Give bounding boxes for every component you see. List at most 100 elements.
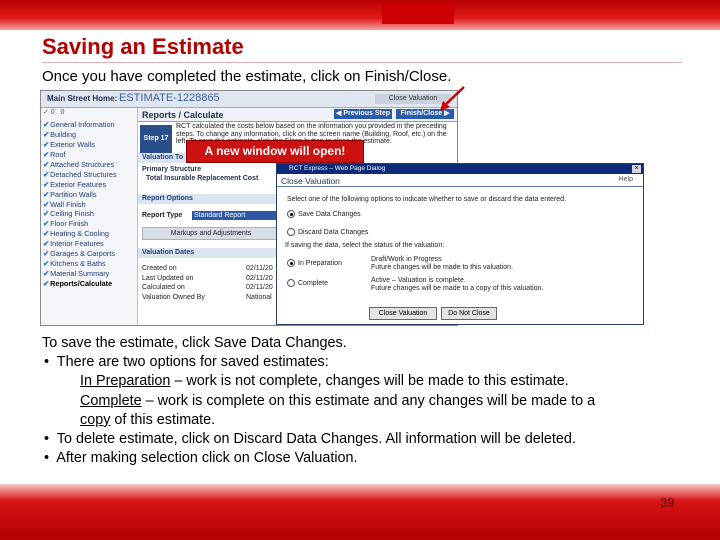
check-icon: ✔ [43, 149, 50, 159]
check-icon: ✔ [43, 199, 50, 209]
sidebar-item-label: Heating & Cooling [50, 229, 109, 239]
sidebar-item[interactable]: ✔Exterior Walls [41, 140, 137, 150]
complete-term: Complete [80, 392, 142, 409]
sidebar-item-label: Reports/Calculate [50, 279, 113, 288]
sidebar-list: ✔General Information ✔Building ✔Exterior W… [41, 120, 137, 289]
date-row-value: 02/11/20 [246, 274, 273, 282]
sidebar-item[interactable]: ✔Ceiling Finish [41, 209, 137, 219]
sidebar-item[interactable]: ✔Reports/Calculate [41, 279, 137, 289]
dialog-titlebar: RCT Express – Web Page Dialog × [277, 164, 643, 174]
slide-title: Saving an Estimate [42, 34, 244, 59]
sidebar-item[interactable]: ✔Wall Finish [41, 200, 137, 210]
date-row-label: Created on [142, 265, 177, 272]
dialog-heading: Close Valuation [281, 176, 340, 186]
date-row-label: Calculated on [142, 284, 185, 291]
sidebar-item-label: Exterior Walls [50, 139, 95, 149]
complete-desc-1: Active – Valuation is complete. [371, 277, 466, 284]
sidebar-item[interactable]: ✔Detached Structures [41, 170, 137, 180]
sidebar-item[interactable]: ✔Interior Features [41, 239, 137, 249]
page-number: 39 [660, 495, 675, 510]
sidebar-item-label: Exterior Features [50, 179, 107, 189]
sidebar-item-label: Detached Structures [50, 169, 117, 179]
in-preparation-term: In Preparation [80, 373, 171, 390]
sidebar-item[interactable]: ✔Garages & Carports [41, 249, 137, 259]
date-row-label: Last Updated on [142, 274, 194, 282]
total-irc-label: Total Insurable Replacement Cost [146, 175, 259, 182]
sidebar-item[interactable]: ✔Attached Structures [41, 160, 137, 170]
check-icon: ✔ [43, 120, 50, 129]
copy-term: copy [80, 411, 111, 428]
section-title: Reports / Calculate [142, 110, 224, 120]
sidebar-item[interactable]: ✔Heating & Cooling [41, 229, 137, 239]
sidebar-item-label: Partition Walls [50, 189, 97, 199]
sidebar-item[interactable]: ✔Kitchens & Baths [41, 259, 137, 269]
app-header: Main Street Home: ESTIMATE-1228865 Close… [41, 91, 457, 108]
in-preparation-label: In Preparation [298, 259, 342, 267]
radio-icon[interactable] [287, 279, 295, 287]
primary-structure-label: Primary Structure [142, 166, 202, 173]
check-icon: ✔ [43, 179, 50, 189]
new-window-callout: A new window will open! [186, 140, 364, 163]
sidebar-toolbar: ✓ 0 0 [41, 108, 137, 120]
close-icon[interactable]: × [632, 165, 641, 173]
complete-line: Complete – work is complete on this esti… [42, 392, 595, 411]
dialog-window-title: RCT Express – Web Page Dialog [289, 165, 386, 172]
dialog-instruction: Select one of the following options to i… [287, 196, 567, 203]
sidebar-item-label: Kitchens & Baths [50, 259, 106, 269]
complete-desc-2: Future changes will be made to a copy of… [371, 285, 544, 292]
check-icon: ✔ [43, 269, 50, 279]
help-link[interactable]: Help [619, 176, 633, 183]
sidebar-item[interactable]: ✔General Information [41, 120, 137, 130]
title-divider [42, 62, 682, 63]
radio-icon[interactable] [287, 228, 295, 236]
body-line-4: After making selection click on Close Va… [56, 450, 358, 467]
sidebar-toolbar-right: 0 [60, 109, 65, 116]
markups-adjustments-button[interactable]: Markups and Adjustments [142, 227, 280, 240]
report-type-select[interactable]: Standard Report [192, 211, 276, 220]
radio-selected-icon[interactable] [287, 259, 295, 267]
discard-data-label: Discard Data Changes [298, 228, 369, 236]
copy-rest: of this estimate. [110, 411, 216, 428]
body-bullet-1: • There are two options for saved estima… [44, 354, 329, 371]
sidebar-item-label: Ceiling Finish [50, 209, 94, 219]
sidebar-item-label: Building [50, 129, 77, 139]
sidebar-item[interactable]: ✔Building [41, 130, 137, 140]
sidebar-item[interactable]: ✔Partition Walls [41, 190, 137, 200]
do-not-close-button[interactable]: Do Not Close [441, 307, 497, 320]
body-line-1: To save the estimate, click Save Data Ch… [42, 335, 347, 351]
in-preparation-line: In Preparation – work is not complete, c… [42, 372, 595, 391]
in-preparation-desc-2: Future changes will be made to this valu… [371, 264, 514, 271]
sidebar-item-label: Material Summary [50, 269, 110, 279]
in-preparation-desc: – work is not complete, changes will be … [170, 373, 569, 390]
check-icon: ✔ [43, 169, 50, 179]
report-type-label: Report Type [142, 212, 183, 219]
intro-text: Once you have completed the estimate, cl… [42, 68, 452, 85]
in-preparation-option[interactable]: In Preparation [287, 259, 342, 267]
sidebar-item[interactable]: ✔Floor Finish [41, 219, 137, 229]
radio-selected-icon[interactable] [287, 210, 295, 218]
sidebar-item[interactable]: ✔Roof [41, 150, 137, 160]
sidebar-item-label: Garages & Carports [50, 249, 116, 259]
body-line-2: There are two options for saved estimate… [56, 354, 329, 371]
complete-label: Complete [298, 279, 328, 287]
discard-data-option[interactable]: Discard Data Changes [287, 228, 368, 236]
check-icon: ✔ [43, 129, 50, 139]
complete-option[interactable]: Complete [287, 279, 328, 287]
previous-step-button[interactable]: ◀ Previous Step [334, 109, 392, 119]
section-header: Reports / Calculate ◀ Previous Step Fini… [138, 108, 457, 122]
check-icon: ✔ [43, 209, 50, 219]
sidebar-item[interactable]: ✔Material Summary [41, 269, 137, 279]
check-icon: ✔ [43, 249, 50, 259]
date-row-value: National [246, 293, 272, 301]
check-icon: ✔ [43, 229, 50, 239]
check-icon: ✔ [43, 259, 50, 269]
sidebar-item-label: Roof [50, 149, 66, 159]
sidebar-toolbar-left: ✓ 0 [43, 109, 55, 116]
estimate-id[interactable]: ESTIMATE-1228865 [119, 92, 220, 104]
save-data-option[interactable]: Save Data Changes [287, 210, 361, 218]
top-banner [0, 0, 720, 30]
complete-desc: – work is complete on this estimate and … [141, 392, 596, 409]
sidebar-item[interactable]: ✔Exterior Features [41, 180, 137, 190]
check-icon: ✔ [43, 219, 50, 229]
close-valuation-button[interactable]: Close Valuation [369, 307, 437, 320]
